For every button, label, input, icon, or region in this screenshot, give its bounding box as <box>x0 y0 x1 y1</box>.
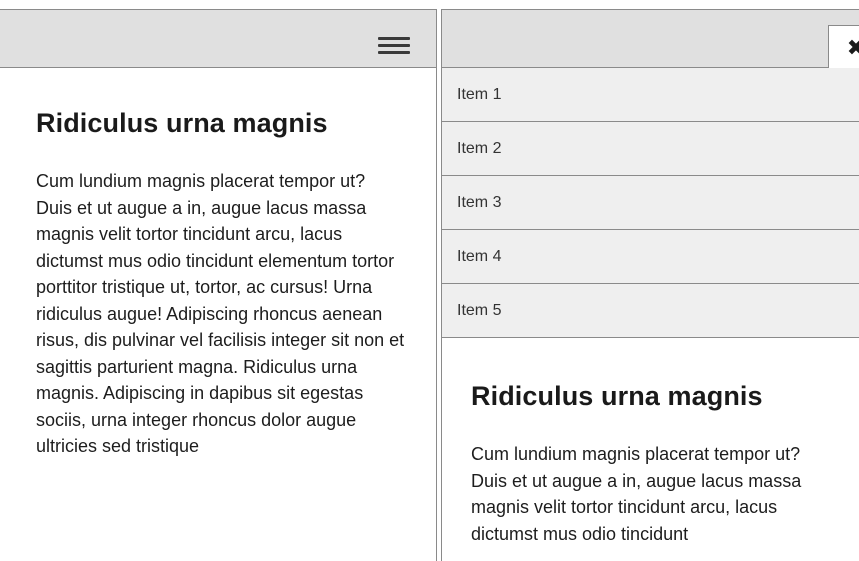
expanded-menu-screen: ✖ Item 1 Item 2 Item 3 Item 4 Item 5 Rid… <box>441 9 859 561</box>
page-content: Ridiculus urna magnis Cum lundium magnis… <box>471 341 841 547</box>
hamburger-line <box>378 37 410 40</box>
menu-item-4[interactable]: Item 4 <box>442 230 859 284</box>
body-paragraph: Cum lundium magnis placerat tempor ut? D… <box>471 444 802 544</box>
collapsed-menu-screen: Ridiculus urna magnis Cum lundium magnis… <box>0 9 437 561</box>
page-content: Ridiculus urna magnis Cum lundium magnis… <box>36 68 406 460</box>
close-menu-button[interactable]: ✖ <box>828 25 859 69</box>
menu-item-3[interactable]: Item 3 <box>442 176 859 230</box>
top-bar: ✖ <box>442 9 859 69</box>
page-title: Ridiculus urna magnis <box>471 381 763 411</box>
mobile-nav-comparison: Ridiculus urna magnis Cum lundium magnis… <box>0 0 859 561</box>
menu-item-5[interactable]: Item 5 <box>442 284 859 338</box>
close-icon: ✖ <box>847 26 859 70</box>
page-title: Ridiculus urna magnis <box>36 108 328 138</box>
nav-menu: Item 1 Item 2 Item 3 Item 4 Item 5 <box>442 68 859 338</box>
hamburger-line <box>378 51 410 54</box>
menu-item-2[interactable]: Item 2 <box>442 122 859 176</box>
top-bar <box>0 9 436 68</box>
hamburger-icon[interactable] <box>378 37 410 55</box>
body-paragraph: Cum lundium magnis placerat tempor ut? D… <box>36 171 405 456</box>
hamburger-line <box>378 44 410 47</box>
menu-item-1[interactable]: Item 1 <box>442 68 859 122</box>
